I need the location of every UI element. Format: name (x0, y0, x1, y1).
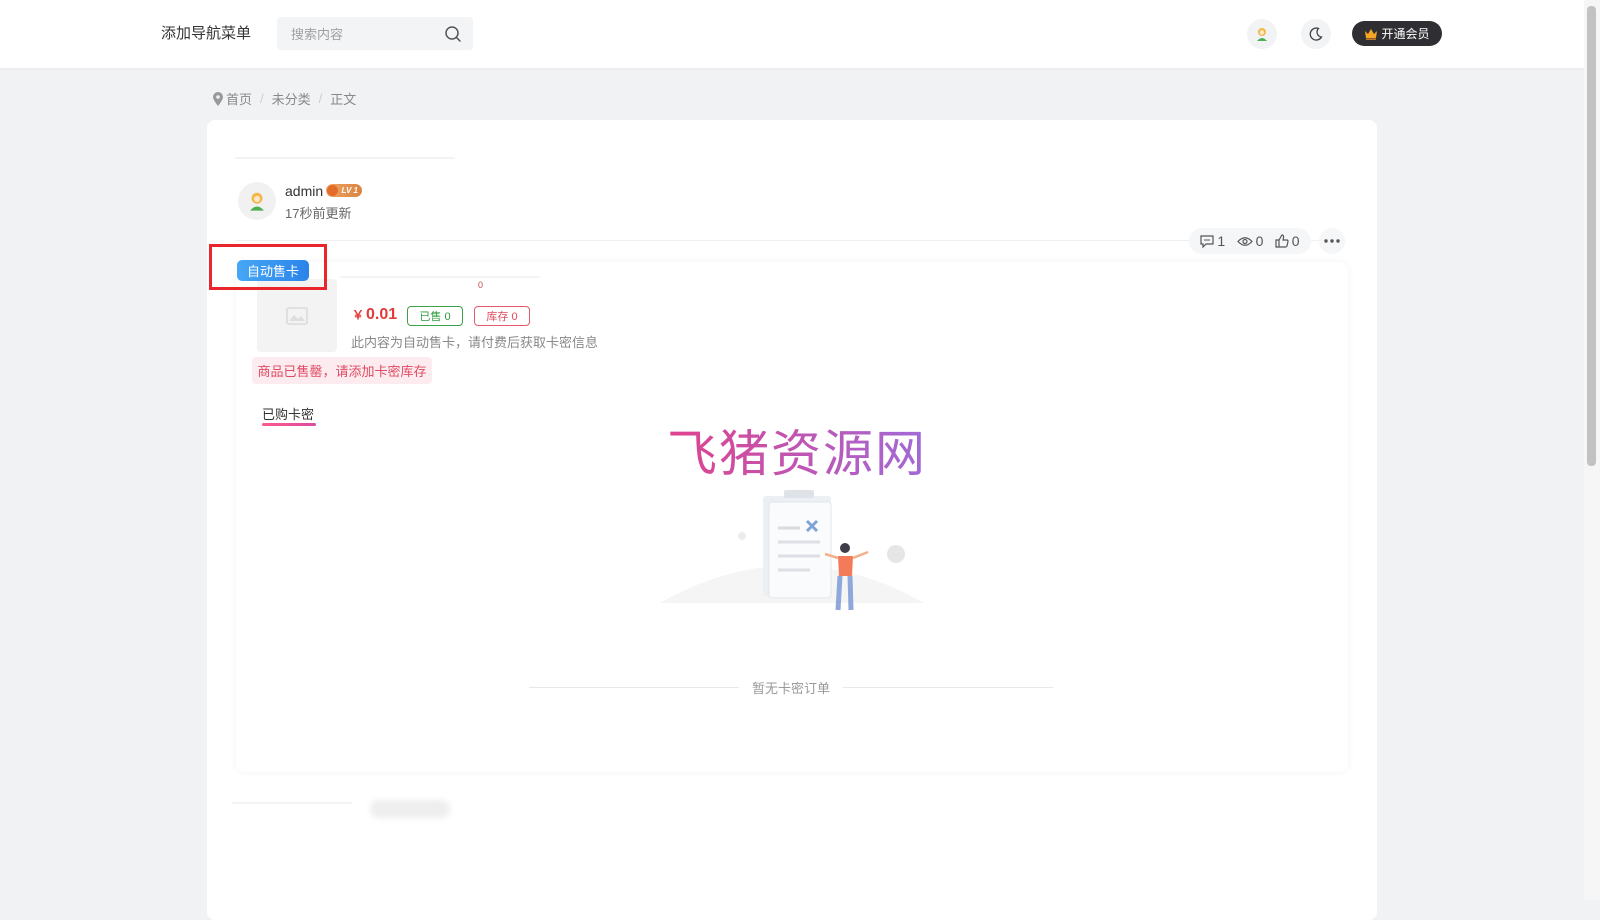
product-price: ￥ 0.01 (352, 306, 397, 324)
breadcrumb-category[interactable]: 未分类 (272, 89, 311, 108)
crown-icon (1365, 28, 1378, 40)
scrollbar-thumb[interactable] (1587, 6, 1596, 466)
blurred-section-line (232, 802, 352, 804)
blurred-product-title (340, 276, 540, 278)
comment-count[interactable]: 1 (1200, 233, 1225, 249)
active-tab-underline (262, 423, 316, 426)
level-badge: LV 1 (326, 184, 362, 197)
blurred-section-title (370, 800, 450, 818)
moon-icon (1309, 27, 1323, 41)
vip-button[interactable]: 开通会员 (1352, 21, 1442, 46)
empty-state-text: 暂无卡密订单 (752, 681, 831, 696)
soldout-notice: 商品已售罄，请添加卡密库存 (252, 357, 432, 384)
avatar-icon (1257, 28, 1267, 41)
location-pin-icon (213, 91, 223, 106)
blurred-title (235, 157, 455, 159)
author-name[interactable]: admin (285, 183, 323, 199)
search-box (277, 17, 473, 52)
eye-icon (1236, 236, 1253, 246)
more-options-button[interactable] (1319, 228, 1345, 254)
price-value: 0.01 (366, 306, 398, 323)
tiny-counter-text: 0 (478, 280, 484, 290)
comment-icon (1200, 234, 1214, 248)
breadcrumb-current: 正文 (330, 92, 357, 107)
search-icon[interactable] (444, 25, 462, 43)
watermark-text: 飞猪资源网 (667, 414, 927, 486)
post-stats: 1 0 0 (1189, 228, 1311, 254)
stock-count-badge: 库存 0 (474, 306, 530, 326)
breadcrumb: 首页 / 未分类 / 正文 (213, 89, 356, 108)
add-nav-menu-link[interactable]: 添加导航菜单 (161, 22, 251, 43)
breadcrumb-separator: / (260, 91, 264, 106)
divider (236, 240, 1346, 241)
view-count: 0 (1236, 233, 1264, 249)
search-input[interactable] (289, 17, 443, 52)
image-placeholder-icon (286, 306, 308, 325)
empty-state-illustration (660, 490, 924, 611)
dark-mode-toggle[interactable] (1301, 19, 1331, 49)
sold-count-badge: 已售 0 (407, 306, 463, 326)
empty-divider-left (529, 687, 739, 688)
vip-label: 开通会员 (1381, 27, 1430, 41)
more-dots-icon (1324, 239, 1340, 243)
user-avatar-button[interactable] (1247, 19, 1277, 49)
auto-sell-tag: 自动售卡 (237, 260, 309, 281)
like-count-value: 0 (1291, 233, 1300, 249)
breadcrumb-home[interactable]: 首页 (226, 89, 252, 108)
comment-count-value: 1 (1217, 233, 1226, 249)
empty-divider-right (843, 687, 1053, 688)
update-time: 17秒前更新 (285, 206, 352, 221)
top-header: 添加导航菜单 开通会员 (0, 0, 1584, 68)
like-button[interactable]: 0 (1275, 233, 1300, 249)
view-count-value: 0 (1255, 233, 1264, 249)
breadcrumb-separator: / (318, 91, 323, 106)
thumbs-up-icon (1275, 234, 1289, 248)
author-avatar[interactable] (238, 182, 276, 220)
tab-purchased-cards[interactable]: 已购卡密 (262, 404, 314, 423)
product-description: 此内容为自动售卡，请付费后获取卡密信息 (351, 335, 599, 350)
currency-symbol: ￥ (352, 308, 365, 322)
avatar-icon (250, 192, 264, 211)
